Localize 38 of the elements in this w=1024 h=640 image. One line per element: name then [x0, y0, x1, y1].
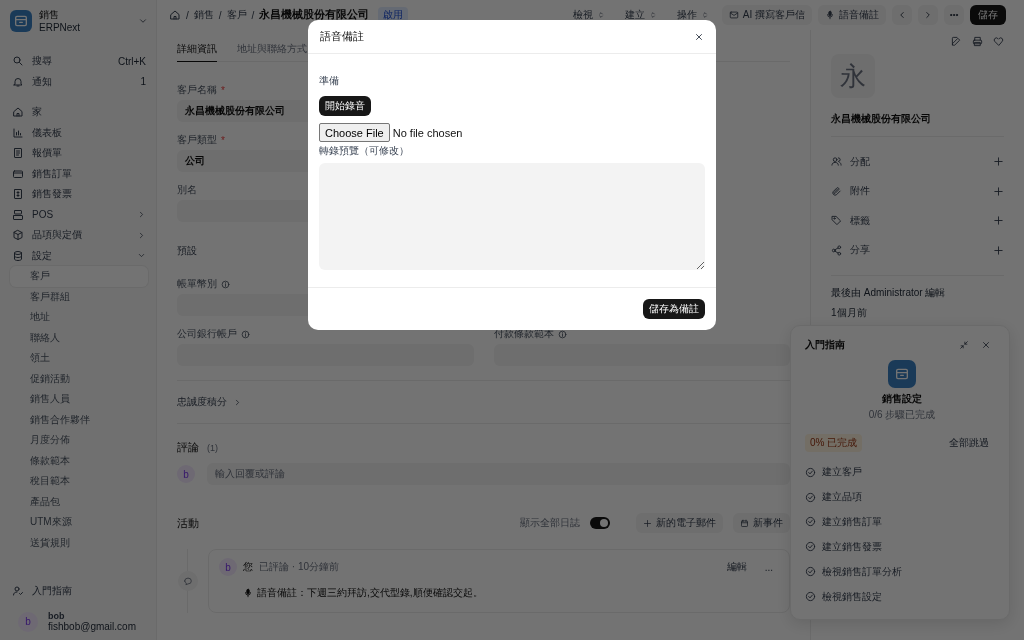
section-title: 預設: [177, 244, 198, 258]
sidebar-label: 標籤: [850, 213, 871, 228]
user-email: fishbob@gmail.com: [48, 621, 136, 632]
app-title: 銷售: [39, 8, 60, 22]
section-title: 活動: [177, 515, 199, 531]
required-mark: *: [221, 84, 225, 96]
user-avatar: b: [219, 558, 237, 576]
file-status: No file chosen: [392, 126, 463, 139]
module-name: 銷售設定: [881, 391, 923, 406]
document-name: 永昌機械股份有限公司: [831, 112, 932, 126]
field-label: 客戶名稱: [177, 83, 217, 97]
breadcrumb-separator: /: [251, 9, 255, 21]
comment-author: 您: [243, 560, 253, 574]
field-label: 公司銀行帳戶: [177, 327, 237, 341]
required-mark: *: [221, 134, 225, 146]
document-title: 永昌機械股份有限公司: [259, 8, 370, 22]
breadcrumb-separator: /: [218, 9, 222, 21]
document-avatar: 永: [831, 54, 875, 98]
dialog-title: 語音備註: [320, 29, 364, 44]
user-avatar: b: [177, 465, 195, 483]
field-label: 別名: [177, 183, 197, 197]
section-title: 評論: [177, 440, 199, 455]
field-label: 轉錄預覽（可修改）: [319, 144, 409, 158]
user-name: bob: [48, 611, 66, 621]
field-label: 客戶類型: [177, 133, 217, 147]
comment-count: (1): [207, 442, 218, 453]
panel-title: 入門指南: [805, 338, 845, 352]
sidebar-label: 分享: [850, 243, 871, 258]
field-label: 帳單幣別: [177, 277, 217, 291]
comment-text: 語音備註：下週三約拜訪,交代型錄,順便確認交起。: [257, 586, 483, 600]
breadcrumb-separator: /: [186, 9, 189, 21]
status-text: 準備: [319, 74, 339, 88]
sidebar-label: 分配: [850, 154, 871, 169]
progress-badge: 0% 已完成: [805, 433, 863, 452]
edited-time: 1個月前: [831, 306, 868, 320]
sidebar-label: 附件: [850, 184, 871, 199]
edited-by-text: 最後由 Administrator 編輯: [831, 286, 947, 300]
app-subtitle: ERPNext: [39, 22, 82, 33]
